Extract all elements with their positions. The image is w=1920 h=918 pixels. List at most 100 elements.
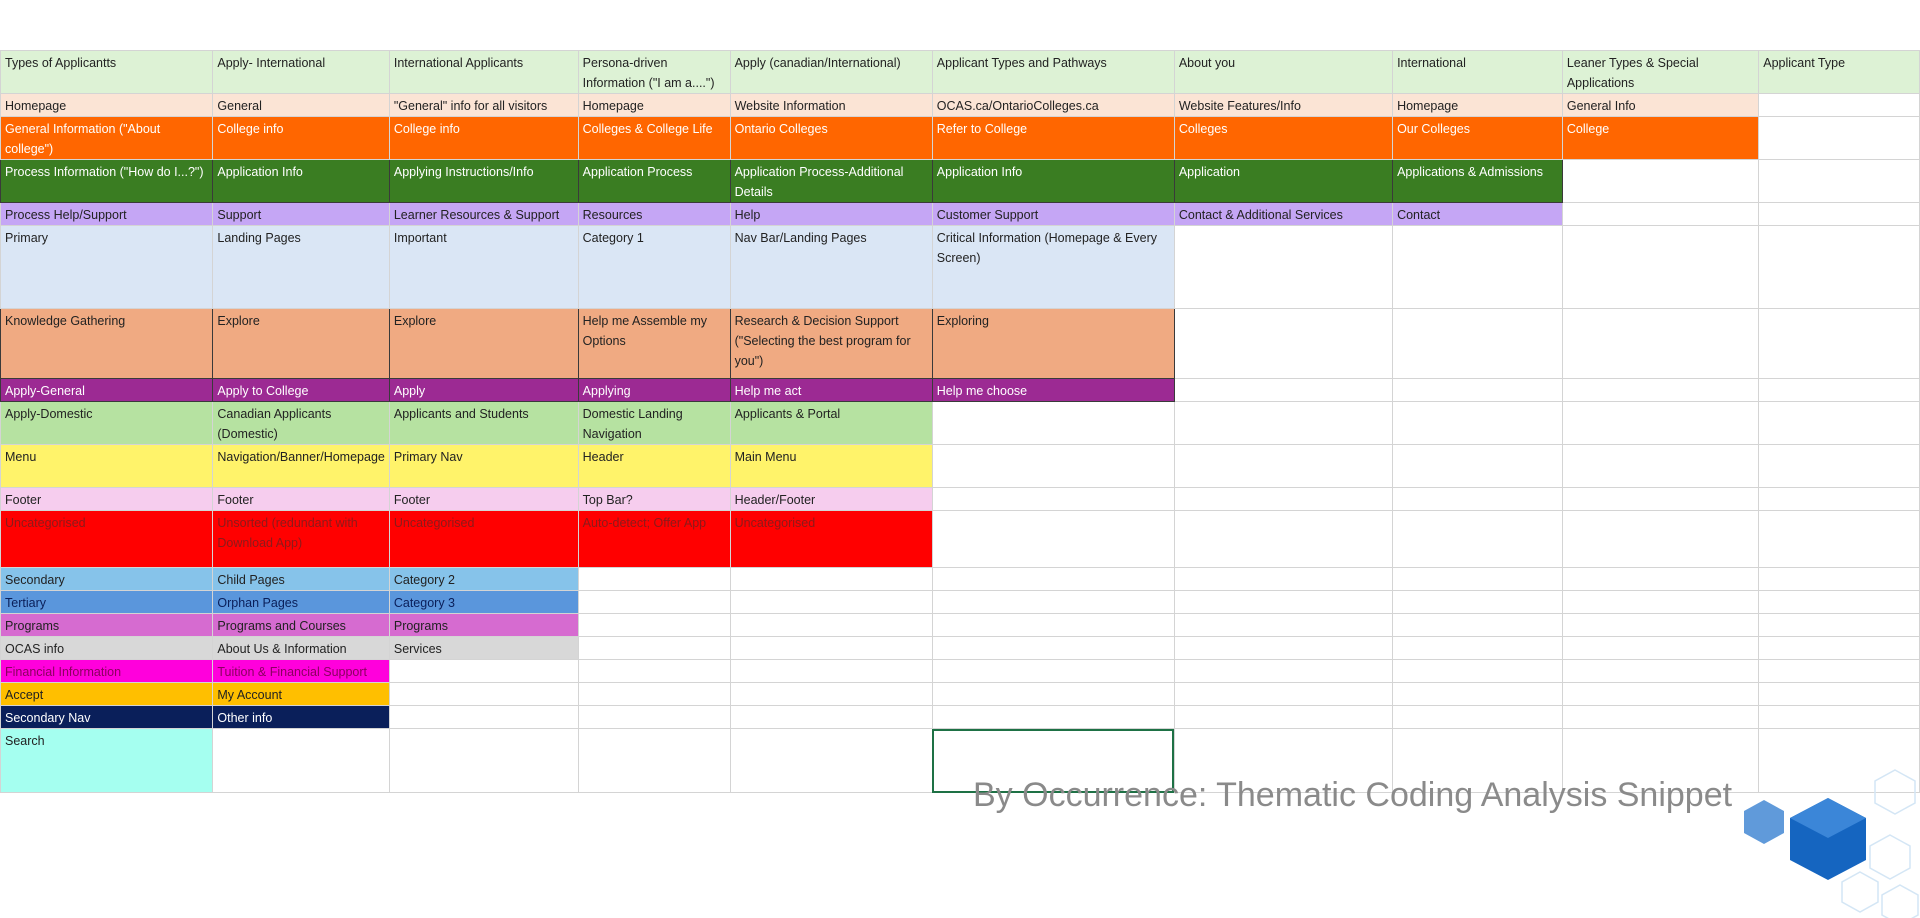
cell-r17-c4[interactable] bbox=[577, 659, 731, 683]
cell-r8-c3[interactable]: Apply bbox=[388, 378, 579, 402]
cell-r7-c2[interactable]: Explore bbox=[212, 308, 390, 379]
cell-r11-c10[interactable] bbox=[1758, 487, 1920, 511]
cell-r17-c8[interactable] bbox=[1392, 659, 1563, 683]
cell-r15-c1[interactable]: Programs bbox=[0, 613, 214, 637]
cell-r3-c4[interactable]: Colleges & College Life bbox=[577, 116, 731, 160]
cell-r4-c8[interactable]: Applications & Admissions bbox=[1392, 159, 1563, 203]
cell-r11-c4[interactable]: Top Bar? bbox=[577, 487, 731, 511]
cell-r1-c8[interactable]: International bbox=[1392, 50, 1563, 94]
cell-r2-c4[interactable]: Homepage bbox=[577, 93, 731, 117]
cell-r10-c3[interactable]: Primary Nav bbox=[388, 444, 579, 488]
cell-r19-c9[interactable] bbox=[1561, 705, 1760, 729]
cell-r5-c1[interactable]: Process Help/Support bbox=[0, 202, 214, 226]
cell-r12-c4[interactable]: Auto-detect; Offer App bbox=[577, 510, 731, 568]
cell-r4-c4[interactable]: Application Process bbox=[577, 159, 731, 203]
cell-r11-c8[interactable] bbox=[1392, 487, 1563, 511]
cell-r5-c6[interactable]: Customer Support bbox=[931, 202, 1175, 226]
cell-r15-c4[interactable] bbox=[577, 613, 731, 637]
cell-r2-c5[interactable]: Website Information bbox=[729, 93, 933, 117]
cell-r17-c2[interactable]: Tuition & Financial Support bbox=[212, 659, 390, 683]
cell-r1-c2[interactable]: Apply- International bbox=[212, 50, 390, 94]
cell-r2-c2[interactable]: General bbox=[212, 93, 390, 117]
cell-r13-c3[interactable]: Category 2 bbox=[388, 567, 579, 591]
cell-r5-c7[interactable]: Contact & Additional Services bbox=[1173, 202, 1394, 226]
cell-r19-c4[interactable] bbox=[577, 705, 731, 729]
cell-r1-c1[interactable]: Types of Applicantts bbox=[0, 50, 214, 94]
cell-r8-c5[interactable]: Help me act bbox=[729, 378, 933, 402]
cell-r11-c2[interactable]: Footer bbox=[212, 487, 390, 511]
cell-r17-c6[interactable] bbox=[931, 659, 1175, 683]
cell-r10-c4[interactable]: Header bbox=[577, 444, 731, 488]
cell-r7-c1[interactable]: Knowledge Gathering bbox=[0, 308, 214, 379]
cell-r2-c7[interactable]: Website Features/Info bbox=[1173, 93, 1394, 117]
cell-r9-c9[interactable] bbox=[1561, 401, 1760, 445]
cell-r5-c8[interactable]: Contact bbox=[1392, 202, 1563, 226]
cell-r19-c7[interactable] bbox=[1173, 705, 1394, 729]
cell-r7-c4[interactable]: Help me Assemble my Options bbox=[577, 308, 731, 379]
cell-r12-c6[interactable] bbox=[931, 510, 1175, 568]
cell-r8-c10[interactable] bbox=[1758, 378, 1920, 402]
cell-r13-c5[interactable] bbox=[729, 567, 933, 591]
cell-r17-c9[interactable] bbox=[1561, 659, 1760, 683]
cell-r9-c8[interactable] bbox=[1392, 401, 1563, 445]
cell-r3-c1[interactable]: General Information ("About college") bbox=[0, 116, 214, 160]
cell-r18-c9[interactable] bbox=[1561, 682, 1760, 706]
cell-r4-c6[interactable]: Application Info bbox=[931, 159, 1175, 203]
cell-r6-c9[interactable] bbox=[1561, 225, 1760, 309]
cell-r17-c10[interactable] bbox=[1758, 659, 1920, 683]
cell-r20-c5[interactable] bbox=[729, 728, 933, 793]
cell-r8-c4[interactable]: Applying bbox=[577, 378, 731, 402]
cell-r14-c7[interactable] bbox=[1173, 590, 1394, 614]
cell-r12-c3[interactable]: Uncategorised bbox=[388, 510, 579, 568]
cell-r2-c9[interactable]: General Info bbox=[1561, 93, 1760, 117]
cell-r20-c3[interactable] bbox=[388, 728, 579, 793]
cell-r1-c7[interactable]: About you bbox=[1173, 50, 1394, 94]
cell-r16-c3[interactable]: Services bbox=[388, 636, 579, 660]
cell-r3-c9[interactable]: College bbox=[1561, 116, 1760, 160]
cell-r11-c7[interactable] bbox=[1173, 487, 1394, 511]
cell-r2-c1[interactable]: Homepage bbox=[0, 93, 214, 117]
cell-r14-c3[interactable]: Category 3 bbox=[388, 590, 579, 614]
cell-r20-c2[interactable] bbox=[212, 728, 390, 793]
cell-r15-c2[interactable]: Programs and Courses bbox=[212, 613, 390, 637]
cell-r5-c3[interactable]: Learner Resources & Support bbox=[388, 202, 579, 226]
cell-r8-c9[interactable] bbox=[1561, 378, 1760, 402]
cell-r7-c7[interactable] bbox=[1173, 308, 1394, 379]
cell-r10-c10[interactable] bbox=[1758, 444, 1920, 488]
cell-r19-c6[interactable] bbox=[931, 705, 1175, 729]
cell-r8-c8[interactable] bbox=[1392, 378, 1563, 402]
cell-r18-c10[interactable] bbox=[1758, 682, 1920, 706]
cell-r12-c8[interactable] bbox=[1392, 510, 1563, 568]
cell-r11-c9[interactable] bbox=[1561, 487, 1760, 511]
cell-r3-c3[interactable]: College info bbox=[388, 116, 579, 160]
cell-r1-c9[interactable]: Leaner Types & Special Applications bbox=[1561, 50, 1760, 94]
cell-r6-c6[interactable]: Critical Information (Homepage & Every S… bbox=[931, 225, 1175, 309]
cell-r9-c10[interactable] bbox=[1758, 401, 1920, 445]
cell-r4-c10[interactable] bbox=[1758, 159, 1920, 203]
cell-r18-c1[interactable]: Accept bbox=[0, 682, 214, 706]
cell-r3-c2[interactable]: College info bbox=[212, 116, 390, 160]
cell-r18-c8[interactable] bbox=[1392, 682, 1563, 706]
cell-r18-c6[interactable] bbox=[931, 682, 1175, 706]
cell-r9-c6[interactable] bbox=[931, 401, 1175, 445]
cell-r19-c1[interactable]: Secondary Nav bbox=[0, 705, 214, 729]
cell-r16-c8[interactable] bbox=[1392, 636, 1563, 660]
cell-r13-c8[interactable] bbox=[1392, 567, 1563, 591]
cell-r15-c10[interactable] bbox=[1758, 613, 1920, 637]
cell-r2-c8[interactable]: Homepage bbox=[1392, 93, 1563, 117]
cell-r15-c9[interactable] bbox=[1561, 613, 1760, 637]
cell-r2-c10[interactable] bbox=[1758, 93, 1920, 117]
cell-r12-c2[interactable]: Unsorted (redundant with Download App) bbox=[212, 510, 390, 568]
cell-r6-c1[interactable]: Primary bbox=[0, 225, 214, 309]
cell-r11-c1[interactable]: Footer bbox=[0, 487, 214, 511]
cell-r16-c10[interactable] bbox=[1758, 636, 1920, 660]
cell-r13-c4[interactable] bbox=[577, 567, 731, 591]
cell-r20-c1[interactable]: Search bbox=[0, 728, 214, 793]
cell-r16-c4[interactable] bbox=[577, 636, 731, 660]
cell-r5-c2[interactable]: Support bbox=[212, 202, 390, 226]
cell-r13-c6[interactable] bbox=[931, 567, 1175, 591]
cell-r14-c5[interactable] bbox=[729, 590, 933, 614]
cell-r3-c7[interactable]: Colleges bbox=[1173, 116, 1394, 160]
cell-r4-c2[interactable]: Application Info bbox=[212, 159, 390, 203]
cell-r14-c4[interactable] bbox=[577, 590, 731, 614]
